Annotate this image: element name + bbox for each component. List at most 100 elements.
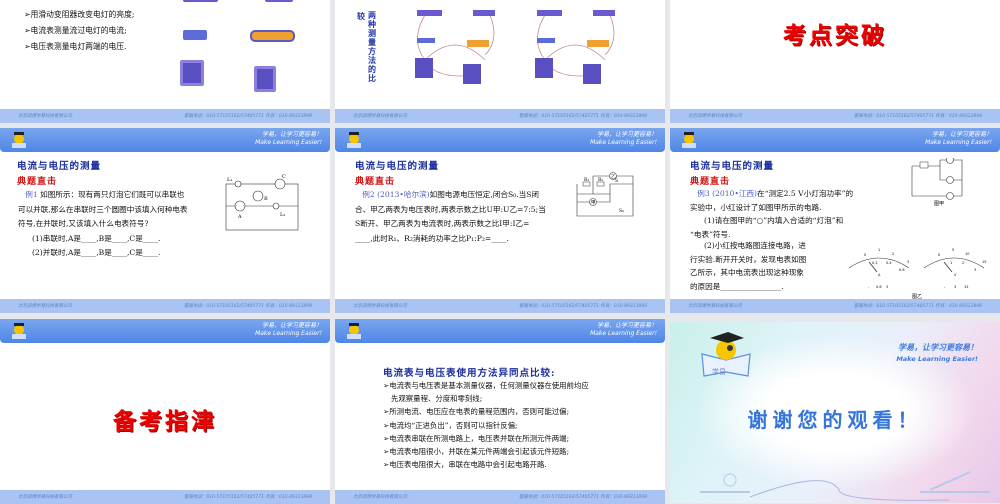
section-title: 考点突破 xyxy=(783,22,887,49)
circuit-diagram: L₁ C B A L₂ xyxy=(225,174,299,231)
tick-label: 0.4 xyxy=(886,261,892,265)
section-title: 备考指津 xyxy=(113,408,217,435)
logo-icon xyxy=(347,132,361,148)
text-line: (1)请在图甲的“○”内填入合适的“灯泡”和 xyxy=(704,216,844,225)
question-text-2: (2)小红按电路图连接电路，进 行实验.断开开关时，发现电表如图 乙所示，其中电… xyxy=(690,239,830,293)
bullet: ➢电流均“正进负出”，否则可以指针反偏; xyxy=(383,420,518,430)
thanks-text: 谢谢您的观看！ xyxy=(747,408,923,432)
text-line: 如图电源电压恒定,闭合S₀.当S闭 xyxy=(429,190,540,199)
footer-contact: 客服电话：010-57105162/57405771 传真：010-893138… xyxy=(518,495,647,500)
diagram-label: A xyxy=(237,214,242,220)
bullet: ➢所测电流、电压应在电表的量程范围内，否则可能过偏; xyxy=(383,407,570,417)
slide-thumbnail-7[interactable]: 学易，让学习更容易！ Make Learning Easier! 备考指津 北京润… xyxy=(0,319,330,504)
footer-contact: 客服电话：010-57105162/57405771 传真：010-893138… xyxy=(853,304,982,309)
tick-label: 2 xyxy=(892,252,894,256)
diagram-label: R₂ xyxy=(598,177,603,183)
rheostat-image xyxy=(250,30,295,42)
slogan-en: Make Learning Easier! xyxy=(896,355,978,363)
switch-image xyxy=(265,0,293,2)
tick-label: 1 xyxy=(878,248,880,252)
slide-thumbnail-5[interactable]: 学易，让学习更容易！ Make Learning Easier! 电流与电压的测量… xyxy=(335,128,665,313)
slide-thumbnail-6[interactable]: 学易，让学习更容易！ Make Learning Easier! 电流与电压的测量… xyxy=(670,128,1000,313)
logo-icon xyxy=(12,132,26,148)
bullet-list: ➢电流表与电压表是基本测量仪器，任何测量仪器在使用前均应 先观察量程、分度和零刻… xyxy=(383,379,589,471)
slogan-en: Make Learning Easier! xyxy=(590,139,657,146)
terminal-label: 3 xyxy=(886,285,888,289)
circuit-diagram: 乙R₁ R₂ S 甲S₀ xyxy=(576,172,634,217)
slogan-cn: 学易，让学习更容易！ xyxy=(596,131,657,138)
slide-footer: 北京润博学易科技有限公司 客服电话：010-57105162/57405771 传… xyxy=(335,490,665,504)
question-1: (1)串联时,A是____,B是____,C是____. xyxy=(32,233,161,243)
circuit-image-2 xyxy=(535,10,615,84)
tick-label: 3 xyxy=(974,268,976,272)
footer-company: 北京润博学易科技有限公司 xyxy=(353,304,407,309)
tick-label: 0.2 xyxy=(872,261,878,265)
slide-thumbnail-1[interactable]: ➢用滑动变阻器改变电灯的亮度; ➢电流表测量流过电灯的电流; ➢电压表测量电灯两… xyxy=(0,0,330,123)
footer-company: 北京润博学易科技有限公司 xyxy=(18,304,72,309)
logo-icon xyxy=(12,323,26,339)
text-line: (2)小红按电路图连接电路，进 xyxy=(704,241,806,250)
text-line: 乙所示，其中电流表出现这种现象 xyxy=(690,268,804,277)
footer-contact: 客服电话：010-57105162/57405771 传真：010-893138… xyxy=(183,114,312,119)
tick-label: 2 xyxy=(962,261,964,265)
slogan-cn: 学易，让学习更容易！ xyxy=(931,131,992,138)
text-line: 实验中，小红设计了如图甲所示的电路. xyxy=(690,202,822,212)
terminal-label: - xyxy=(944,285,946,289)
slide-title: 电流表与电压表使用方法异同点比较: xyxy=(383,368,556,379)
slide-header: 学易，让学习更容易！ Make Learning Easier! xyxy=(670,128,1000,152)
footer-company: 北京润博学易科技有限公司 xyxy=(353,114,407,119)
circuit-image-1 xyxy=(415,10,495,84)
bullet: ➢电流表电阻很小，并联在某元件两端会引起该元件短路; xyxy=(383,447,570,457)
example-label: 例2 (2013•哈尔滨) xyxy=(362,190,430,199)
diagram-label: R₁ xyxy=(584,177,589,183)
slide-subtitle: 典题直击 xyxy=(690,177,731,187)
slogan-en: Make Learning Easier! xyxy=(590,330,657,337)
footer-contact: 客服电话：010-57105162/57405771 传真：010-893138… xyxy=(518,114,647,119)
figure-caption: 图甲 xyxy=(934,201,944,206)
slide-thumbnail-4[interactable]: 学易，让学习更容易！ Make Learning Easier! 电流与电压的测量… xyxy=(0,128,330,313)
decorative-circuit-icon xyxy=(700,471,990,501)
slogan-en: Make Learning Easier! xyxy=(925,139,992,146)
example-label: 例3 (2010•江西) xyxy=(697,189,758,198)
text-line: 合、甲乙两表为电压表时,两表示数之比U甲:U乙=7:5;当 xyxy=(355,204,546,214)
ammeter-image xyxy=(180,60,204,86)
tick-label: 1 xyxy=(950,261,952,265)
footer-contact: 客服电话：010-57105162/57405771 传真：010-893138… xyxy=(853,114,982,119)
question-text: 例3 (2010•江西)在“测定2.5 V小灯泡功率”的 实验中，小红设计了如图… xyxy=(690,187,890,241)
meter-diagrams: 0123 0.2 0.40.6 A -0.6 3 051015 1 23 V -3 15… xyxy=(848,248,986,300)
logo-icon xyxy=(347,323,361,339)
slide-thumbnail-8[interactable]: 学易，让学习更容易！ Make Learning Easier! 电流表与电压表使… xyxy=(335,319,665,504)
slide-header: 学易，让学习更容易！ Make Learning Easier! xyxy=(0,128,330,152)
logo-text: 学易 xyxy=(712,367,726,376)
slide-thumbnail-3[interactable]: 考点突破 北京润博学易科技有限公司 客服电话：010-57105162/57405… xyxy=(670,0,1000,123)
circuit-diagram-a: 图甲 xyxy=(911,158,963,206)
slide-header: 学易，让学习更容易！ Make Learning Easier! xyxy=(335,319,665,343)
bulb-image xyxy=(183,30,207,40)
slide-footer: 北京润博学易科技有限公司 客服电话：010-57105162/57405771 传… xyxy=(0,490,330,504)
terminal-label: 3 xyxy=(954,285,956,289)
meter-unit: V xyxy=(954,273,957,277)
slogan-cn: 学易，让学习更容易！ xyxy=(261,322,322,329)
footer-contact: 客服电话：010-57105162/57405771 传真：010-893138… xyxy=(183,304,312,309)
text-line: ____,此时R₁、R₂消耗的功率之比P₁:P₂=____. xyxy=(355,233,509,243)
slide-thumbnail-9[interactable]: 学易 学易，让学习更容易！ Make Learning Easier! 谢谢您的… xyxy=(670,322,1000,503)
footer-company: 北京润博学易科技有限公司 xyxy=(353,495,407,500)
voltmeter-image xyxy=(254,66,276,92)
slogan-cn: 学易，让学习更容易！ xyxy=(261,131,322,138)
switch-image xyxy=(183,0,218,2)
tick-label: 15 xyxy=(982,260,986,264)
bullet: ➢电压表电阻很大，串联在电路中会引起电路开路. xyxy=(383,460,547,470)
question-text: 例2 (2013•哈尔滨)如图电源电压恒定,闭合S₀.当S闭 合、甲乙两表为电压… xyxy=(355,188,565,246)
question-2: (2)并联时,A是____,B是____,C是____. xyxy=(32,248,161,257)
bullet: ➢电流表测量流过电灯的电流; xyxy=(24,26,127,35)
diagram-label: L₂ xyxy=(280,212,285,218)
tick-label: 10 xyxy=(965,252,969,256)
slide-subtitle: 典题直击 xyxy=(355,177,396,187)
diagram-label: S xyxy=(615,178,618,184)
slide-thumbnail-2[interactable]: 较 两种测量方法的比 北京润博学易科技有限公司 客服电话：010-57105162… xyxy=(335,0,665,123)
diagram-label: 甲 xyxy=(591,200,596,206)
slogan-en: Make Learning Easier! xyxy=(255,139,322,146)
footer-contact: 客服电话：010-57105162/57405771 传真：010-893138… xyxy=(183,495,312,500)
footer-company: 北京润博学易科技有限公司 xyxy=(18,495,72,500)
text-line: 如图所示：现有两只灯泡它们既可以串联也 xyxy=(40,190,185,199)
